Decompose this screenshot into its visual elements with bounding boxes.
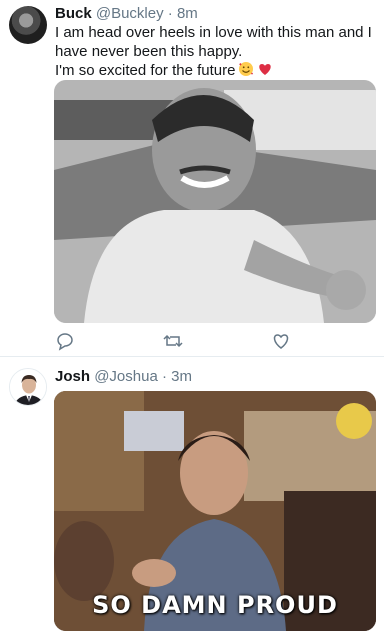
- tweet-text-line: have never been this happy.: [55, 43, 243, 60]
- photo-illustration: [54, 80, 376, 323]
- separator: ·: [161, 368, 167, 385]
- avatar-portrait: [10, 369, 46, 405]
- tweet-text-fragment: I'm so excited for the future: [55, 62, 236, 79]
- timestamp[interactable]: 3m: [171, 368, 192, 385]
- smiling-face-with-hearts-icon: [239, 62, 254, 76]
- display-name[interactable]: Buck: [55, 5, 92, 22]
- tweet-photo[interactable]: [54, 80, 376, 323]
- tweet-actions: [54, 330, 304, 352]
- gif-caption: SO DAMN PROUD: [92, 591, 338, 619]
- handle[interactable]: @Joshua: [94, 368, 158, 385]
- handle[interactable]: @Buckley: [96, 5, 164, 22]
- retweet-icon[interactable]: [162, 330, 184, 352]
- avatar[interactable]: [9, 368, 47, 406]
- tweet-gif[interactable]: SO DAMN PROUD: [54, 391, 376, 631]
- tweet-text: I am head over heels in love with this m…: [55, 23, 377, 80]
- tweet-header: Buck @Buckley · 8m: [55, 4, 198, 24]
- tweet-text-line: I'm so excited for the future: [55, 61, 377, 80]
- red-heart-icon: [259, 64, 272, 75]
- tweet[interactable]: Josh @Joshua · 3m SO DAMN PROUD: [0, 358, 384, 640]
- tweet[interactable]: Buck @Buckley · 8m I am head over heels …: [0, 0, 384, 356]
- tweet-divider: [0, 356, 384, 357]
- avatar[interactable]: [9, 6, 47, 44]
- like-icon[interactable]: [270, 330, 292, 352]
- display-name[interactable]: Josh: [55, 368, 90, 385]
- tweet-text-line: I am head over heels in love with this m…: [55, 24, 372, 41]
- reply-icon[interactable]: [54, 330, 76, 352]
- timestamp[interactable]: 8m: [177, 5, 198, 22]
- tweet-header: Josh @Joshua · 3m: [55, 367, 192, 387]
- separator: ·: [167, 5, 173, 22]
